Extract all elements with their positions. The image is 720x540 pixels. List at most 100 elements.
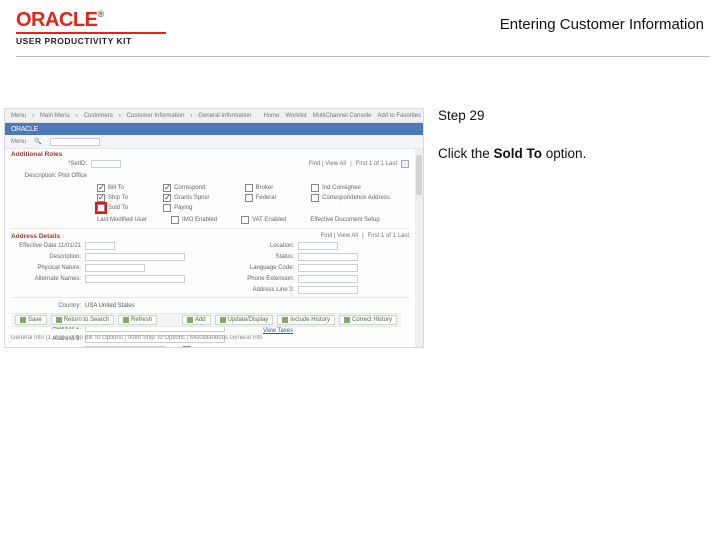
addr-desc-label: Description: [11, 254, 81, 260]
search-icon[interactable]: 🔍 [34, 138, 41, 145]
lesson-title: Entering Customer Information [500, 16, 704, 33]
setid-field[interactable] [91, 160, 121, 168]
update-button[interactable]: Update/Display [215, 315, 274, 325]
alt-label: Alternate Names: [11, 276, 81, 282]
menu-chip[interactable]: Menu [11, 139, 26, 145]
footer-vat: VAT Enabled [252, 217, 286, 223]
pager-find[interactable]: Find | View All [309, 161, 346, 167]
a3-field[interactable] [298, 286, 358, 294]
checkbox-icon[interactable] [171, 216, 179, 224]
view-taxes-link[interactable]: View Taxes [263, 328, 293, 334]
desc-label: Description: Pilot Office [11, 173, 87, 179]
oracle-logo: ORACLE® [16, 10, 166, 30]
loc-field[interactable] [298, 242, 338, 250]
role-federal[interactable]: Federal [245, 194, 302, 202]
addr-pager-find[interactable]: Find | View All [321, 233, 358, 239]
loc-label: Location: [224, 243, 294, 249]
form-main: Additional Roles *SetID: Find | View All… [5, 149, 415, 347]
checkbox-icon[interactable] [97, 204, 105, 212]
checkbox-icon[interactable] [311, 194, 319, 202]
status-label: Status: [224, 254, 294, 260]
phys-label: Physical Nature: [11, 265, 81, 271]
phys-field[interactable] [85, 264, 145, 272]
role-soldto[interactable]: Sold To [97, 204, 153, 212]
header-divider [16, 56, 710, 57]
role-checkbox-grid: Bill To Correspond Broker Ind Consignee … [5, 182, 415, 214]
refresh-button[interactable]: Refresh [118, 315, 157, 325]
checkbox-icon[interactable] [183, 346, 191, 349]
nav-general[interactable]: General Information [198, 113, 251, 119]
footer-imo: IMO Enabled [182, 217, 217, 223]
link-mcc[interactable]: MultiChannel Console [313, 113, 372, 119]
action-bar: Save Return to Search Refresh Add Update… [11, 313, 401, 327]
nav-main[interactable]: Main Menu [40, 113, 70, 119]
city-field[interactable] [85, 346, 165, 349]
checkbox-icon[interactable] [97, 184, 105, 192]
role-paying[interactable]: Paying [163, 204, 235, 212]
phoneext-field[interactable] [298, 275, 358, 283]
a3-label: Address Line 3: [224, 287, 294, 293]
search-input[interactable] [50, 138, 100, 146]
instr-pre: Click the [438, 146, 494, 161]
lang-label: Language Code: [224, 265, 294, 271]
country-label: Country: [11, 303, 81, 309]
nav-customers[interactable]: Customers [84, 113, 113, 119]
divider [11, 228, 409, 229]
checkbox-icon[interactable] [311, 184, 319, 192]
setid-label: *SetID: [11, 161, 87, 167]
link-worklist[interactable]: Worklist [285, 113, 306, 119]
correct-icon [344, 317, 350, 323]
checkbox-icon[interactable] [97, 194, 105, 202]
pager-range: First 1 of 1 Last [356, 161, 397, 167]
checkbox-icon[interactable] [163, 204, 171, 212]
checkbox-icon[interactable] [163, 184, 171, 192]
checkbox-icon[interactable] [241, 216, 249, 224]
footer-docsetup: Effective Document Setup [310, 217, 379, 223]
link-fav[interactable]: Add to Favorites [377, 113, 421, 119]
brand-block: ORACLE® USER PRODUCTIVITY KIT [16, 10, 166, 46]
refresh-icon [123, 317, 129, 323]
product-line: USER PRODUCTIVITY KIT [16, 36, 166, 46]
add-button[interactable]: Add [182, 315, 211, 325]
role-billto[interactable]: Bill To [97, 184, 153, 192]
role-grants[interactable]: Grants Spnsr [163, 194, 235, 202]
divider [11, 297, 409, 298]
section-roles-header: Additional Roles [5, 149, 415, 158]
brand-tm: ® [97, 9, 103, 19]
role-corraddr[interactable]: Correspondence Address [311, 194, 415, 202]
footer-lastmod: Last Modified User [97, 217, 147, 223]
include-button[interactable]: Include History [277, 315, 335, 325]
role-shipto[interactable]: Ship To [97, 194, 153, 202]
brand-text: ORACLE [16, 9, 97, 31]
eff-field[interactable] [85, 242, 115, 250]
vertical-scrollbar[interactable] [415, 149, 423, 347]
roles-pager: Find | View All | First 1 of 1 Last [309, 161, 397, 167]
addr-desc-field[interactable] [85, 253, 185, 261]
add-row-icon[interactable] [401, 160, 409, 168]
nav-custinfo[interactable]: Customer Information [127, 113, 185, 119]
save-icon [20, 317, 26, 323]
role-indconsignee[interactable]: Ind Consignee [311, 184, 415, 192]
checkbox-icon[interactable] [163, 194, 171, 202]
lang-field[interactable] [298, 264, 358, 272]
country-value: USA United States [85, 303, 135, 309]
status-field[interactable] [298, 253, 358, 261]
link-home[interactable]: Home [263, 113, 279, 119]
alt-field[interactable] [85, 275, 185, 283]
add-icon [187, 317, 193, 323]
checkbox-icon[interactable] [245, 194, 253, 202]
step-instruction: Click the Sold To option. [438, 145, 708, 163]
role-broker[interactable]: Broker [245, 184, 302, 192]
correct-button[interactable]: Correct History [339, 315, 397, 325]
checkbox-icon[interactable] [245, 184, 253, 192]
save-button[interactable]: Save [15, 315, 47, 325]
nav-menu[interactable]: Menu [11, 113, 26, 119]
role-correspond[interactable]: Correspond [163, 184, 235, 192]
mini-oracle-logo: ORACLE [11, 126, 38, 133]
incity-label: In City Limit [195, 347, 226, 349]
scrollbar-thumb[interactable] [416, 155, 422, 195]
instr-bold: Sold To [494, 146, 543, 161]
return-button[interactable]: Return to Search [51, 315, 114, 325]
tool-row: Menu 🔍 [5, 135, 423, 149]
update-icon [220, 317, 226, 323]
